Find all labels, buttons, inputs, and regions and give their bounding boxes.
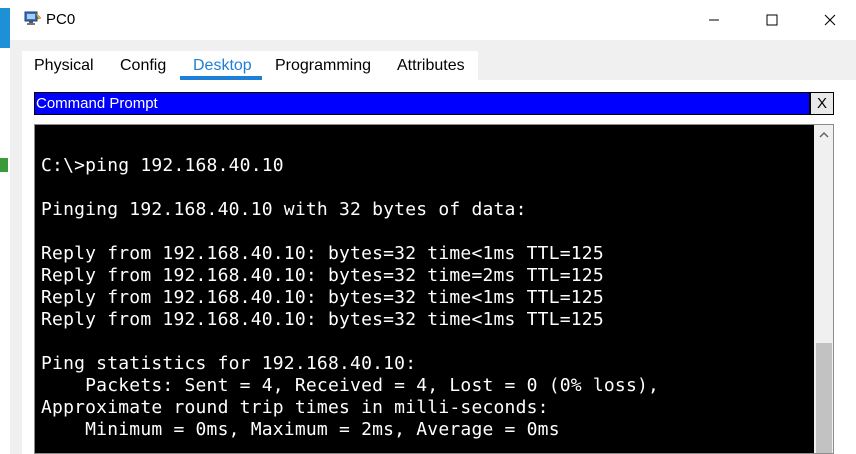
minimize-icon xyxy=(708,14,720,26)
window-title: PC0 xyxy=(46,11,76,28)
terminal-line: C:\>ping 192.168.40.10 xyxy=(41,155,284,176)
minimize-button[interactable] xyxy=(686,0,742,40)
terminal-line: Minimum = 0ms, Maximum = 2ms, Average = … xyxy=(41,419,560,440)
scroll-up-button[interactable] xyxy=(814,125,833,145)
tab-programming[interactable]: Programming xyxy=(275,51,371,80)
chevron-up-icon xyxy=(819,126,829,144)
close-button[interactable] xyxy=(802,0,856,40)
scroll-thumb[interactable] xyxy=(816,343,832,453)
maximize-icon xyxy=(766,14,778,26)
terminal-line: Reply from 192.168.40.10: bytes=32 time<… xyxy=(41,287,604,308)
terminal-line: Approximate round trip times in milli-se… xyxy=(41,397,549,418)
maximize-button[interactable] xyxy=(744,0,800,40)
app-root: PC0 Physical Config Desktop Programming … xyxy=(0,0,856,454)
terminal-scrollbar[interactable] xyxy=(814,125,833,453)
background-window-edge xyxy=(0,0,10,454)
terminal-line: Ping statistics for 192.168.40.10: xyxy=(41,353,417,374)
terminal-output[interactable]: C:\>ping 192.168.40.10 Pinging 192.168.40… xyxy=(36,126,814,453)
tab-bar: Physical Config Desktop Programming Attr… xyxy=(22,51,478,80)
command-prompt-title: Command Prompt xyxy=(36,95,158,112)
title-bar[interactable]: PC0 xyxy=(10,0,856,40)
terminal-frame: C:\>ping 192.168.40.10 Pinging 192.168.40… xyxy=(34,124,834,454)
command-prompt-header: Command Prompt xyxy=(34,92,810,115)
tab-config[interactable]: Config xyxy=(120,51,166,80)
terminal-line: Pinging 192.168.40.10 with 32 bytes of d… xyxy=(41,199,527,220)
background-accent xyxy=(0,8,10,48)
command-prompt-close-button[interactable]: X xyxy=(810,92,834,115)
terminal-line: Reply from 192.168.40.10: bytes=32 time<… xyxy=(41,243,604,264)
pc-icon xyxy=(24,11,42,27)
close-icon xyxy=(824,14,836,26)
terminal-line: Packets: Sent = 4, Received = 4, Lost = … xyxy=(41,375,660,396)
tab-attributes[interactable]: Attributes xyxy=(397,51,465,80)
terminal-line: Reply from 192.168.40.10: bytes=32 time<… xyxy=(41,309,604,330)
desktop-panel: Command Prompt X C:\>ping 192.168.40.10 P… xyxy=(22,80,856,454)
tab-physical[interactable]: Physical xyxy=(34,51,94,80)
background-icon-fragment xyxy=(0,158,8,172)
terminal-line: Reply from 192.168.40.10: bytes=32 time=… xyxy=(41,265,604,286)
